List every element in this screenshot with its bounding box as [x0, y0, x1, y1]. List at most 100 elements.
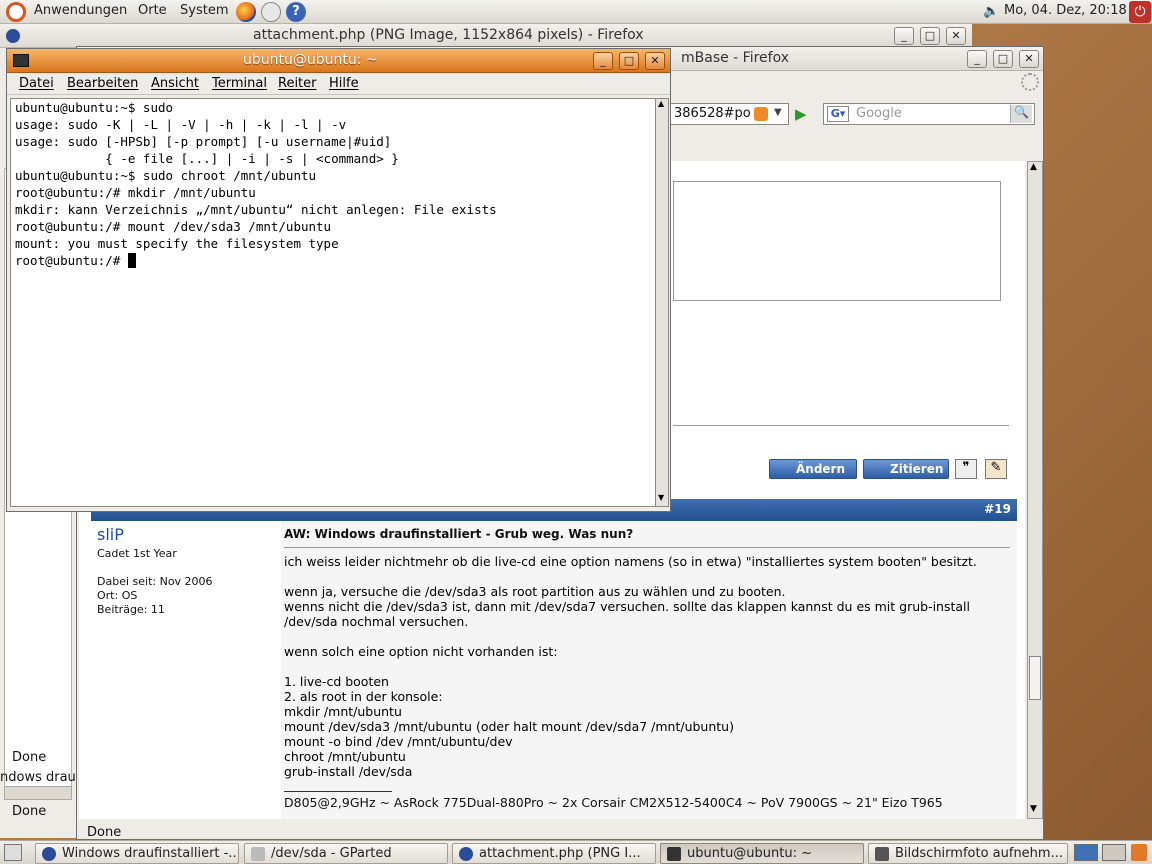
post-title-line	[284, 547, 1010, 548]
close-button[interactable]: ✕	[1019, 50, 1039, 68]
left-scrollbar[interactable]	[4, 786, 72, 800]
url-bar[interactable]: 386528#po ▼	[669, 103, 789, 125]
terminal-menubar: Datei Bearbeiten Ansicht Terminal Reiter…	[7, 73, 670, 95]
help-launcher-icon[interactable]: ?	[286, 2, 306, 22]
firefox-image-window: attachment.php (PNG Image, 1152x864 pixe…	[0, 24, 972, 48]
minimize-button[interactable]: _	[967, 50, 987, 68]
firefox-icon	[6, 29, 20, 43]
terminal-line: { -e file [...] | -i | -s | <command> }	[15, 151, 399, 166]
trash-icon[interactable]	[1131, 844, 1147, 861]
scroll-up-icon[interactable]: ▲	[658, 99, 664, 108]
rss-icon[interactable]	[754, 107, 768, 121]
post-line	[284, 659, 1010, 674]
mail-launcher-icon[interactable]	[261, 2, 281, 22]
menu-help[interactable]: Hilfe	[329, 76, 359, 91]
menu-terminal[interactable]: Terminal	[212, 76, 267, 91]
maximize-button[interactable]: □	[993, 50, 1013, 68]
firefox-launcher-icon[interactable]	[236, 2, 256, 22]
camera-icon	[875, 847, 889, 861]
task-screenshot[interactable]: Bildschirmfoto aufnehm...	[868, 843, 1068, 864]
quick-reply-icon[interactable]: ✎	[985, 459, 1007, 479]
menu-system[interactable]: System	[180, 3, 228, 18]
terminal-icon	[667, 847, 681, 861]
google-engine-icon[interactable]: G▾	[827, 106, 849, 122]
dropdown-arrow-icon[interactable]: ▼	[774, 107, 782, 118]
terminal-line: ubuntu@ubuntu:~$ sudo chroot /mnt/ubuntu	[15, 168, 317, 183]
task-gparted[interactable]: /dev/sda - GParted	[244, 843, 448, 864]
terminal-titlebar[interactable]: ubuntu@ubuntu: ~ _ □ ✕	[7, 49, 670, 73]
terminal-line: mkdir: kann Verzeichnis „/mnt/ubuntu“ ni…	[15, 202, 497, 217]
page-scrollbar[interactable]: ▲ ▼	[1027, 161, 1043, 819]
post-user-column	[91, 521, 281, 819]
search-icon[interactable]: 🔍	[1010, 105, 1032, 123]
maximize-button[interactable]: □	[619, 52, 639, 70]
volume-icon[interactable]: 🔈	[983, 4, 999, 19]
terminal-line: root@ubuntu:/# mkdir /mnt/ubuntu	[15, 185, 256, 200]
menu-file[interactable]: Datei	[19, 76, 54, 91]
power-icon[interactable]: ⏻	[1129, 1, 1151, 23]
left-status-1: Done	[12, 750, 47, 765]
post-line: ich weiss leider nichtmehr ob die live-c…	[284, 554, 977, 569]
status-text: Done	[87, 825, 122, 840]
post-line: mkdir /mnt/ubuntu	[284, 704, 402, 719]
left-status-2: Done	[12, 804, 47, 819]
scroll-up-icon[interactable]: ▲	[1030, 162, 1037, 172]
task-label: attachment.php (PNG I...	[479, 846, 641, 861]
post-line: mount /dev/sda3 /mnt/ubuntu (oder halt m…	[284, 719, 734, 734]
menu-edit[interactable]: Bearbeiten	[67, 76, 138, 91]
workspace-1-icon[interactable]	[1074, 844, 1098, 861]
terminal-title: ubuntu@ubuntu: ~	[243, 52, 378, 68]
multi-quote-icon[interactable]: ❞	[955, 459, 977, 479]
minimize-button[interactable]: _	[593, 52, 613, 70]
quote-button[interactable]: Zitieren	[863, 459, 949, 479]
firefox-image-titlebar[interactable]: attachment.php (PNG Image, 1152x864 pixe…	[0, 24, 972, 48]
terminal-line: mount: you must specify the filesystem t…	[15, 236, 339, 251]
show-desktop-icon[interactable]	[4, 844, 22, 861]
clock[interactable]: Mo, 04. Dez, 20:18	[1004, 3, 1127, 18]
task-label: /dev/sda - GParted	[271, 846, 392, 861]
top-panel: Anwendungen Orte System ? 🔈 Mo, 04. Dez,…	[0, 0, 1152, 24]
go-icon[interactable]: ▶	[795, 105, 807, 123]
terminal-line: usage: sudo -K | -L | -V | -h | -k | -l …	[15, 117, 347, 132]
post-number[interactable]: #19	[984, 502, 1011, 516]
terminal-output[interactable]: ubuntu@ubuntu:~$ sudo usage: sudo -K | -L…	[10, 98, 656, 507]
post-line	[284, 629, 1010, 644]
left-partial-text: ndows drau	[0, 770, 76, 785]
search-input[interactable]: Google	[856, 106, 902, 121]
terminal-cursor	[127, 253, 136, 268]
terminal-scrollbar[interactable]: ▲ ▼	[655, 98, 669, 507]
post-line: 2. als root in der konsole:	[284, 689, 443, 704]
close-button[interactable]: ✕	[946, 27, 966, 45]
search-bar[interactable]: G▾ Google 🔍	[823, 103, 1035, 125]
workspace-2-icon[interactable]	[1102, 844, 1126, 861]
post-author[interactable]: sliP	[97, 525, 124, 544]
task-terminal[interactable]: ubuntu@ubuntu: ~	[660, 843, 864, 864]
firefox-icon	[459, 847, 473, 861]
menu-places[interactable]: Orte	[138, 3, 167, 18]
menu-view[interactable]: Ansicht	[151, 76, 199, 91]
firefox-forum-title: mBase - Firefox	[681, 50, 790, 66]
scroll-down-icon[interactable]: ▼	[658, 493, 664, 502]
close-button[interactable]: ✕	[645, 52, 665, 70]
post-footer-line	[673, 425, 1009, 426]
terminal-line: ubuntu@ubuntu:~$ sudo	[15, 100, 174, 115]
firefox-image-title: attachment.php (PNG Image, 1152x864 pixe…	[253, 27, 644, 43]
post-author-location: Ort: OS	[97, 589, 138, 602]
reply-textarea[interactable]	[673, 181, 1001, 301]
task-forum-firefox[interactable]: Windows draufinstalliert -...	[35, 843, 239, 864]
maximize-button[interactable]: □	[920, 27, 940, 45]
post-line: 1. live-cd booten	[284, 674, 389, 689]
post-line: grub-install /dev/sda	[284, 764, 413, 779]
post-title: AW: Windows draufinstalliert - Grub weg.…	[284, 527, 634, 541]
post-signature: D805@2,9GHz ~ AsRock 775Dual-880Pro ~ 2x…	[284, 795, 943, 810]
minimize-button[interactable]: _	[894, 27, 914, 45]
post-line: /dev/sda nochmal versuchen.	[284, 614, 469, 629]
ubuntu-logo-icon[interactable]	[6, 2, 26, 22]
scroll-thumb[interactable]	[1029, 656, 1041, 700]
menu-applications[interactable]: Anwendungen	[34, 3, 127, 18]
menu-tabs[interactable]: Reiter	[278, 76, 317, 91]
scroll-down-icon[interactable]: ▼	[1030, 804, 1037, 814]
task-attachment-firefox[interactable]: attachment.php (PNG I...	[452, 843, 656, 864]
url-text: 386528#po	[674, 106, 751, 121]
edit-button[interactable]: Ändern	[769, 459, 857, 479]
